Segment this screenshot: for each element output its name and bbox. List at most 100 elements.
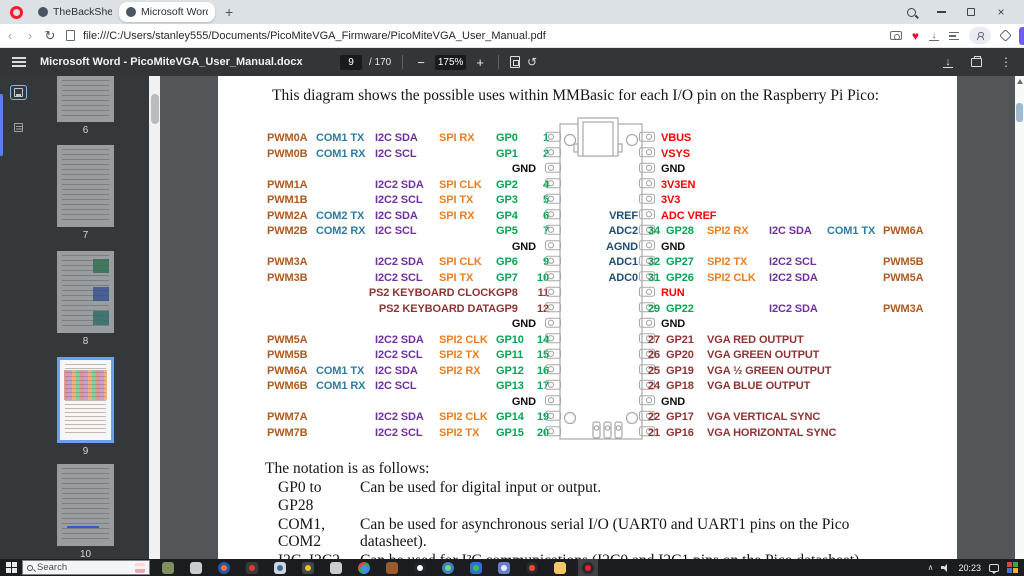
tab-bar: TheBackShed.com - Forum Microsoft Word -… bbox=[0, 0, 1024, 24]
sidebar-scrollbar[interactable] bbox=[149, 76, 160, 559]
gnd-label: GND bbox=[267, 162, 536, 178]
gp-label: GP17 bbox=[666, 410, 707, 426]
thumbnail-page-9[interactable] bbox=[57, 357, 114, 443]
reload-button[interactable]: ↻ bbox=[40, 25, 60, 47]
notepad-icon[interactable] bbox=[270, 559, 290, 576]
reading-list-button[interactable] bbox=[949, 32, 959, 40]
scrollbar-thumb[interactable] bbox=[1016, 103, 1023, 122]
pinout-left-row: GND bbox=[267, 162, 549, 178]
zoom-out-button[interactable]: − bbox=[414, 55, 428, 70]
gp-label: GP10 bbox=[496, 333, 536, 349]
com-label: COM2 RX bbox=[316, 224, 375, 240]
gp-label: GP9 bbox=[496, 302, 536, 318]
media-player-icon[interactable] bbox=[242, 559, 262, 576]
pdf-download-button[interactable]: ↓ bbox=[943, 57, 953, 68]
close-button[interactable]: × bbox=[986, 1, 1016, 23]
gp-label: GP19 bbox=[666, 364, 707, 380]
new-tab-button[interactable]: + bbox=[221, 2, 237, 22]
rotate-button[interactable]: ↺ bbox=[527, 55, 537, 69]
thumbnail-page-6[interactable] bbox=[57, 76, 114, 122]
pwm-label: PWM5A bbox=[883, 271, 943, 287]
vm-monitor-icon[interactable] bbox=[186, 559, 206, 576]
firefox-icon[interactable] bbox=[214, 559, 234, 576]
pinout-right-row: 29GP22I2C2 SDAPWM3A bbox=[648, 302, 943, 318]
tray-expand-button[interactable]: ∧ bbox=[928, 563, 934, 572]
bookmark-button[interactable]: ♥ bbox=[912, 29, 919, 43]
chrome-icon[interactable] bbox=[354, 559, 374, 576]
tab-title: TheBackShed.com - Forum bbox=[53, 6, 112, 18]
scrollbar-thumb[interactable] bbox=[151, 94, 159, 124]
tab-pdf-active[interactable]: Microsoft Word - PicoMit bbox=[119, 2, 215, 22]
opera-beta-icon[interactable] bbox=[522, 559, 542, 576]
outline-panel-button[interactable] bbox=[10, 120, 27, 135]
vga-function-label: VGA ½ GREEN OUTPUT bbox=[707, 364, 831, 380]
menu-button[interactable] bbox=[12, 57, 26, 67]
i2c-label: I2C2 SDA bbox=[375, 178, 439, 194]
player-icon[interactable] bbox=[410, 559, 430, 576]
downloads-button[interactable]: ↓ bbox=[929, 31, 939, 41]
volume-icon[interactable] bbox=[941, 564, 950, 572]
remote-desktop-icon[interactable] bbox=[158, 559, 178, 576]
pin-number: 27 bbox=[648, 333, 666, 349]
adc-internal-label: ADC1 bbox=[608, 255, 638, 271]
print-button[interactable] bbox=[971, 58, 982, 67]
tray-app-icon[interactable] bbox=[1007, 562, 1018, 573]
pinout-right-row: 34GP28SPI2 RXI2C SDACOM1 TXPWM6A bbox=[648, 224, 943, 240]
main-scrollbar[interactable] bbox=[1015, 76, 1024, 559]
globe-icon[interactable] bbox=[438, 559, 458, 576]
pinout-left-row: PWM5AI2C2 SDASPI2 CLKGP1014 bbox=[267, 333, 549, 349]
player-icon bbox=[414, 562, 426, 574]
page-number-input[interactable]: 9 bbox=[340, 55, 362, 70]
gp-label: GP11 bbox=[496, 348, 536, 364]
fit-page-button[interactable] bbox=[510, 56, 520, 68]
page-info-icon[interactable] bbox=[66, 30, 75, 41]
opera-logo-icon[interactable] bbox=[10, 6, 23, 19]
document-area: This diagram shows the possible uses wit… bbox=[160, 76, 1024, 559]
terminal-icon[interactable] bbox=[382, 559, 402, 576]
snapshot-button[interactable] bbox=[890, 31, 902, 40]
extensions-button[interactable] bbox=[1001, 31, 1010, 40]
spi-label: SPI CLK bbox=[439, 255, 496, 271]
adc-internal-label: VREF bbox=[609, 209, 638, 225]
forward-button[interactable]: › bbox=[20, 25, 40, 47]
back-button[interactable]: ‹ bbox=[0, 25, 20, 47]
scroll-up-arrow[interactable] bbox=[1017, 79, 1023, 84]
pinout-right-row: GND bbox=[648, 317, 943, 333]
file-explorer-icon[interactable] bbox=[550, 559, 570, 576]
tab-backshed[interactable]: TheBackShed.com - Forum bbox=[31, 2, 119, 22]
putty-icon[interactable] bbox=[494, 559, 514, 576]
pwm-label: PWM3B bbox=[267, 271, 316, 287]
start-button[interactable] bbox=[0, 559, 22, 576]
thumbnail-page-8[interactable] bbox=[57, 251, 114, 333]
download-manager-icon[interactable] bbox=[466, 559, 486, 576]
thumbnails-panel-button[interactable] bbox=[10, 85, 27, 100]
i2c-label: I2C2 SCL bbox=[375, 271, 439, 287]
tab-search-button[interactable] bbox=[896, 1, 926, 23]
sidebar-handle[interactable] bbox=[1019, 27, 1024, 45]
thumbnail-page-7[interactable] bbox=[57, 145, 114, 227]
maximize-button[interactable] bbox=[956, 1, 986, 23]
thumbnail-page-10[interactable] bbox=[57, 464, 114, 546]
pwm-label: PWM2B bbox=[267, 224, 316, 240]
gp-label: GP14 bbox=[496, 410, 536, 426]
clock[interactable]: 20:23 bbox=[958, 563, 981, 573]
i2c-label: I2C2 SCL bbox=[769, 255, 827, 271]
spacer bbox=[267, 302, 316, 318]
notifications-icon[interactable] bbox=[989, 564, 999, 572]
i2c-label: I2C2 SDA bbox=[375, 255, 439, 271]
i2c-label: I2C SCL bbox=[375, 224, 439, 240]
profile-button[interactable] bbox=[969, 27, 991, 44]
more-options-button[interactable]: ⋮ bbox=[1000, 55, 1012, 69]
zoom-in-button[interactable]: + bbox=[473, 55, 487, 70]
i2c-label: I2C SDA bbox=[375, 131, 439, 147]
zoom-level-input[interactable]: 175% bbox=[435, 55, 467, 70]
gp-label: GP15 bbox=[496, 426, 536, 442]
taskbar-search-box[interactable]: Search bbox=[22, 560, 150, 575]
pinout-left-row: PWM2ACOM2 TXI2C SDASPI RXGP46 bbox=[267, 209, 549, 225]
power-label: ADC VREF bbox=[661, 209, 716, 225]
vm-monitor2-icon[interactable] bbox=[326, 559, 346, 576]
url-field[interactable]: file:///C:/Users/stanley555/Documents/Pi… bbox=[83, 30, 885, 42]
minimize-button[interactable] bbox=[926, 1, 956, 23]
keepass-icon[interactable] bbox=[298, 559, 318, 576]
opera-icon[interactable] bbox=[578, 559, 598, 576]
